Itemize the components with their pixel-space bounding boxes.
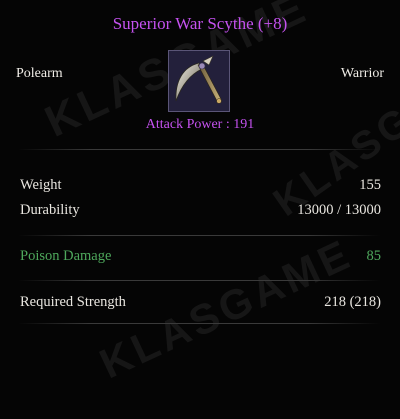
stat-value: 155 [359,177,381,193]
divider [18,323,380,324]
divider [18,280,380,281]
watermark: KLASGAME [92,229,360,388]
stat-value: 13000 / 13000 [297,202,381,218]
attack-power: Attack Power : 191 [0,117,400,133]
item-tooltip: KLASGAME KLASGAME KLASGAME Superior War … [0,0,400,419]
stat-label: Durability [20,202,80,218]
divider [18,149,380,150]
stat-label: Weight [20,177,62,193]
war-scythe-icon [168,50,230,112]
item-class: Warrior [340,66,384,81]
divider [18,235,380,236]
attack-power-label: Attack Power : [145,117,234,132]
item-name: Superior War Scythe (+8) [112,14,288,33]
item-category: Polearm [16,66,63,81]
bonus-label: Poison Damage [20,248,112,264]
requirement-value: 218 (218) [324,294,381,310]
bonus-value: 85 [366,248,382,264]
requirement-label: Required Strength [20,294,126,310]
attack-power-value: 191 [233,117,255,132]
